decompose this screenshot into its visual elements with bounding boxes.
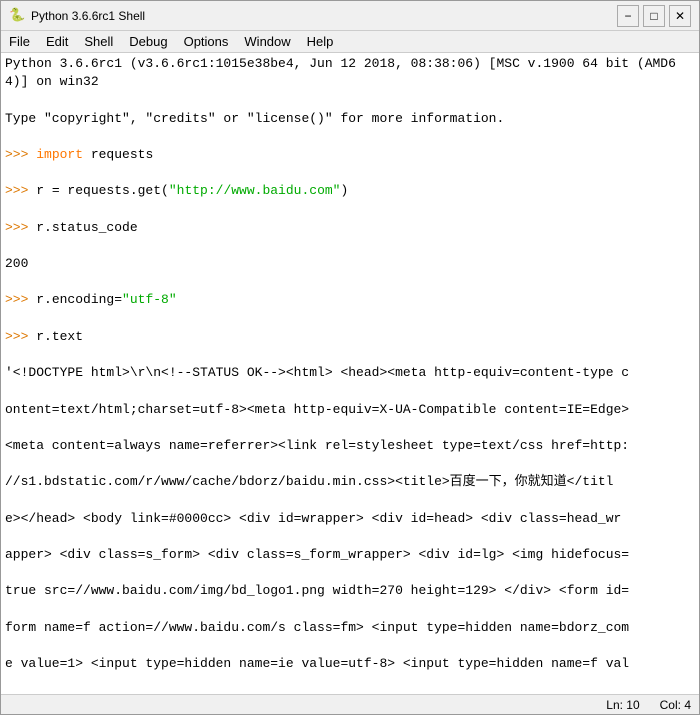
menu-shell[interactable]: Shell — [76, 31, 121, 52]
menu-window[interactable]: Window — [236, 31, 298, 52]
menu-help[interactable]: Help — [299, 31, 342, 52]
col-number: Col: 4 — [660, 698, 691, 712]
menu-file[interactable]: File — [1, 31, 38, 52]
line-number: Ln: 10 — [606, 698, 639, 712]
window-title: Python 3.6.6rc1 Shell — [31, 9, 145, 23]
status-bar: Ln: 10 Col: 4 — [1, 694, 699, 714]
app-icon: 🐍 — [9, 8, 25, 24]
main-window: 🐍 Python 3.6.6rc1 Shell − □ ✕ File Edit … — [0, 0, 700, 715]
window-controls: − □ ✕ — [617, 5, 691, 27]
title-bar: 🐍 Python 3.6.6rc1 Shell − □ ✕ — [1, 1, 699, 31]
menu-debug[interactable]: Debug — [121, 31, 175, 52]
maximize-button[interactable]: □ — [643, 5, 665, 27]
close-button[interactable]: ✕ — [669, 5, 691, 27]
shell-content[interactable]: Python 3.6.6rc1 (v3.6.6rc1:1015e38be4, J… — [1, 53, 699, 694]
menu-bar: File Edit Shell Debug Options Window Hel… — [1, 31, 699, 53]
minimize-button[interactable]: − — [617, 5, 639, 27]
menu-edit[interactable]: Edit — [38, 31, 76, 52]
menu-options[interactable]: Options — [176, 31, 237, 52]
shell-output[interactable]: Python 3.6.6rc1 (v3.6.6rc1:1015e38be4, J… — [1, 53, 699, 694]
title-bar-left: 🐍 Python 3.6.6rc1 Shell — [9, 8, 145, 24]
